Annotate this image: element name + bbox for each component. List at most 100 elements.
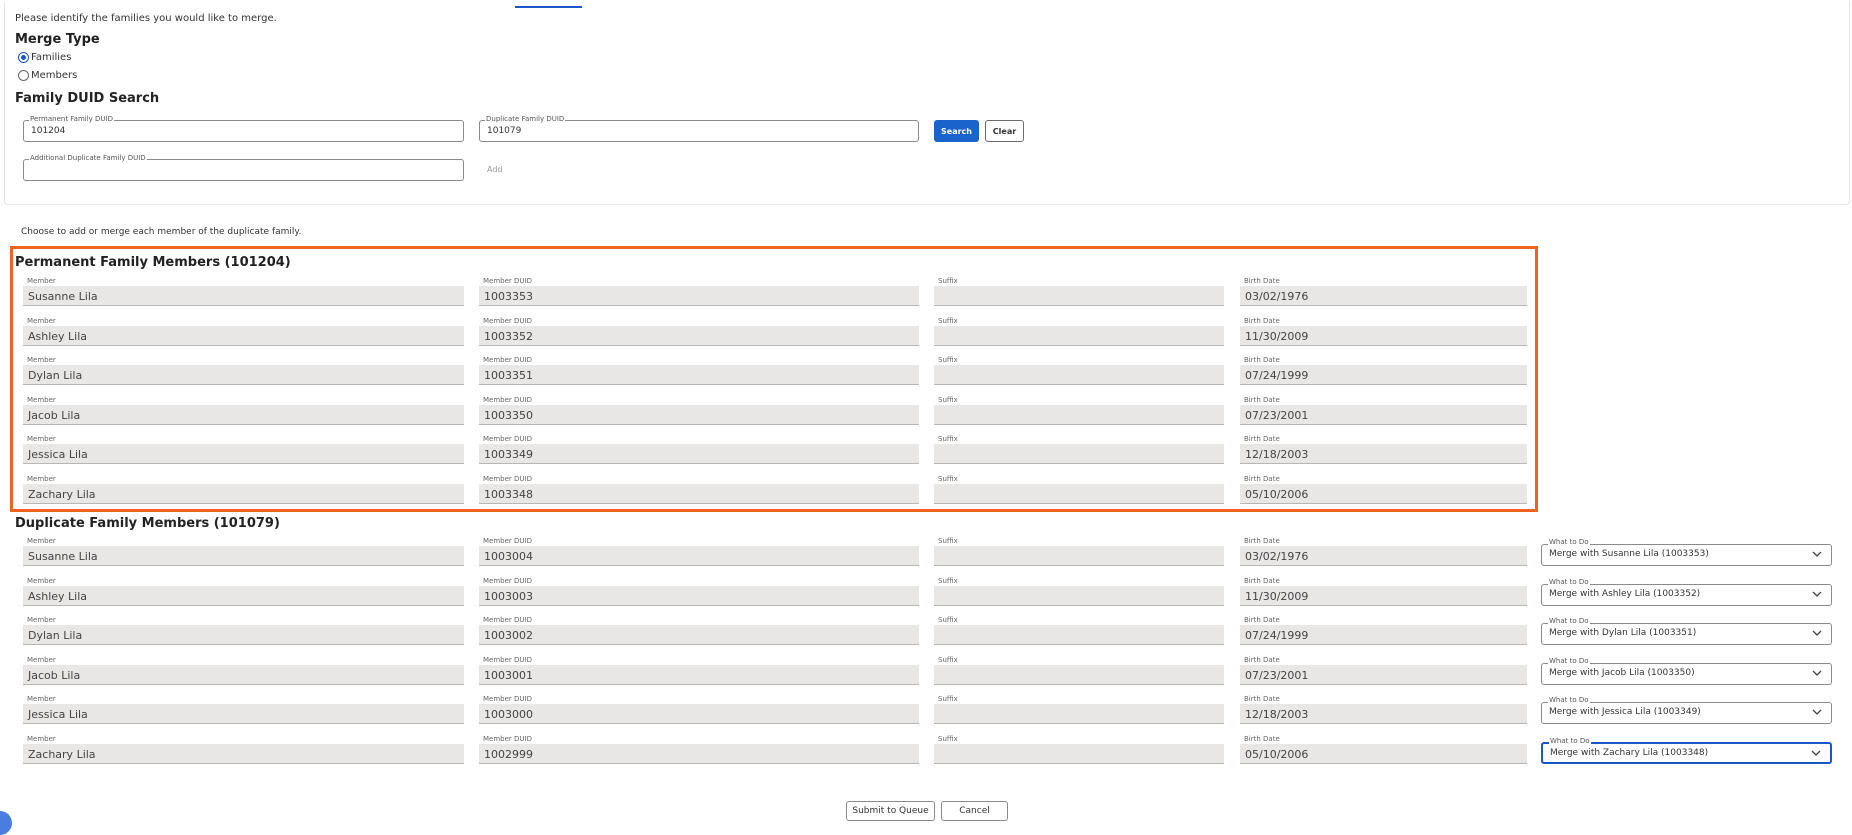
permanent-member-cell: Member Zachary Lila xyxy=(23,475,464,504)
permanent-duid-cell: Member DUID 1003348 xyxy=(479,475,919,504)
what-to-do-value: Merge with Dylan Lila (1003351) xyxy=(1549,628,1697,639)
what-to-do-select[interactable]: What to Do Merge with Dylan Lila (1003351… xyxy=(1541,617,1832,646)
permanent-member-cell-label: Member xyxy=(27,277,56,285)
permanent-birth-date-cell: Birth Date 05/10/2006 xyxy=(1240,475,1527,504)
permanent-birth-date-cell-label: Birth Date xyxy=(1244,277,1280,285)
duplicate-birth-date-cell-label: Birth Date xyxy=(1244,576,1280,585)
duplicate-birth-date-cell-label: Birth Date xyxy=(1244,695,1280,704)
permanent-birth-date-cell-label: Birth Date xyxy=(1244,475,1280,483)
permanent-suffix-cell-label: Suffix xyxy=(938,356,958,365)
additional-duplicate-duid-field[interactable]: Additional Duplicate Family DUID xyxy=(23,154,464,181)
what-to-do-label: What to Do xyxy=(1548,538,1590,547)
chevron-down-icon[interactable] xyxy=(1810,747,1822,759)
what-to-do-select[interactable]: What to Do Merge with Zachary Lila (10033… xyxy=(1541,737,1832,764)
what-to-do-select[interactable]: What to Do Merge with Ashley Lila (100335… xyxy=(1541,577,1832,606)
duplicate-member-cell: Member Dylan Lila xyxy=(23,616,464,646)
chevron-down-icon[interactable] xyxy=(1811,548,1823,560)
permanent-member-cell-label: Member xyxy=(27,435,56,444)
chevron-down-icon[interactable] xyxy=(1811,588,1823,600)
permanent-member-cell-value: Jacob Lila xyxy=(28,408,81,422)
permanent-birth-date-cell-value: 07/24/1999 xyxy=(1245,369,1309,383)
cancel-button[interactable]: Cancel xyxy=(941,801,1008,821)
duplicate-member-cell-value: Dylan Lila xyxy=(28,629,83,643)
duplicate-duid-cell-value: 1003004 xyxy=(484,550,533,563)
duplicate-duid-cell-label: Member DUID xyxy=(483,576,532,585)
radio-members-label: Members xyxy=(31,70,78,81)
permanent-suffix-cell-label: Suffix xyxy=(938,277,958,285)
radio-families-control[interactable] xyxy=(18,52,29,63)
duplicate-duid-cell-value: 1003002 xyxy=(484,629,533,643)
radio-members-control[interactable] xyxy=(18,70,29,81)
submit-to-queue-button[interactable]: Submit to Queue xyxy=(846,801,935,821)
duplicate-suffix-cell: Suffix xyxy=(934,695,1224,725)
duplicate-duid-cell-label: Member DUID xyxy=(483,735,532,743)
duplicate-suffix-cell-label: Suffix xyxy=(938,576,958,585)
chevron-down-icon[interactable] xyxy=(1811,667,1823,679)
duplicate-birth-date-cell: Birth Date 12/18/2003 xyxy=(1240,695,1527,725)
duplicate-birth-date-cell-value: 03/02/1976 xyxy=(1245,550,1309,563)
duplicate-family-duid-field[interactable]: Duplicate Family DUID 101079 xyxy=(479,115,919,142)
duplicate-suffix-cell: Suffix xyxy=(934,656,1224,685)
duplicate-suffix-cell: Suffix xyxy=(934,537,1224,566)
permanent-birth-date-cell: Birth Date 07/23/2001 xyxy=(1240,396,1527,425)
what-to-do-label: What to Do xyxy=(1548,617,1590,627)
permanent-suffix-cell: Suffix xyxy=(934,317,1224,346)
permanent-member-cell-label: Member xyxy=(27,316,56,325)
permanent-member-cell-value: Ashley Lila xyxy=(28,329,88,343)
duplicate-member-cell: Member Jacob Lila xyxy=(23,656,464,685)
clear-button[interactable]: Clear xyxy=(985,120,1024,142)
permanent-duid-cell: Member DUID 1003349 xyxy=(479,435,919,465)
permanent-duid-cell-value: 1003350 xyxy=(484,408,533,422)
duplicate-member-cell-value: Ashley Lila xyxy=(28,589,88,603)
duplicate-suffix-cell: Suffix xyxy=(934,577,1224,606)
duplicate-member-cell-label: Member xyxy=(27,655,56,664)
permanent-duid-cell-value: 1003353 xyxy=(484,290,533,303)
permanent-suffix-cell: Suffix xyxy=(934,277,1224,306)
permanent-family-duid-field[interactable]: Permanent Family DUID 101204 xyxy=(23,115,464,142)
duplicate-birth-date-cell: Birth Date 11/30/2009 xyxy=(1240,577,1527,606)
what-to-do-label: What to Do xyxy=(1548,696,1590,706)
chevron-down-icon[interactable] xyxy=(1811,627,1823,639)
what-to-do-select[interactable]: What to Do Merge with Susanne Lila (10033… xyxy=(1541,538,1832,566)
permanent-birth-date-cell-label: Birth Date xyxy=(1244,316,1280,325)
permanent-suffix-cell: Suffix xyxy=(934,356,1224,386)
duplicate-birth-date-cell: Birth Date 05/10/2006 xyxy=(1240,735,1527,764)
add-button[interactable]: Add xyxy=(487,165,503,174)
permanent-suffix-cell: Suffix xyxy=(934,475,1224,504)
duplicate-members-title: Duplicate Family Members (101079) xyxy=(15,516,280,531)
permanent-duid-cell-value: 1003352 xyxy=(484,329,533,343)
intro-text: Please identify the families you would l… xyxy=(15,13,277,24)
permanent-duid-cell-label: Member DUID xyxy=(483,475,532,483)
radio-families[interactable]: Families xyxy=(18,52,71,63)
permanent-birth-date-cell: Birth Date 12/18/2003 xyxy=(1240,435,1527,465)
help-bubble-icon[interactable] xyxy=(0,811,12,835)
duplicate-birth-date-cell-value: 07/24/1999 xyxy=(1245,629,1309,643)
duplicate-birth-date-cell-label: Birth Date xyxy=(1244,735,1280,743)
duplicate-duid-cell: Member DUID 1003002 xyxy=(479,616,919,646)
permanent-duid-cell: Member DUID 1003351 xyxy=(479,356,919,386)
merge-type-title: Merge Type xyxy=(15,32,100,47)
duplicate-member-cell: Member Zachary Lila xyxy=(23,735,464,764)
what-to-do-select[interactable]: What to Do Merge with Jacob Lila (1003350… xyxy=(1541,656,1832,685)
duplicate-duid-cell-label: Member DUID xyxy=(483,537,532,545)
what-to-do-value: Merge with Jacob Lila (1003350) xyxy=(1549,667,1695,678)
permanent-birth-date-cell-label: Birth Date xyxy=(1244,435,1280,444)
radio-members[interactable]: Members xyxy=(18,70,77,81)
duplicate-birth-date-cell-value: 12/18/2003 xyxy=(1245,708,1309,722)
permanent-member-cell: Member Susanne Lila xyxy=(23,277,464,306)
duplicate-suffix-cell-label: Suffix xyxy=(938,655,958,664)
chevron-down-icon[interactable] xyxy=(1811,706,1823,718)
duplicate-suffix-cell-label: Suffix xyxy=(938,695,958,704)
duplicate-duid-cell-label: Member DUID xyxy=(483,616,532,625)
permanent-member-cell-value: Dylan Lila xyxy=(28,369,83,383)
duplicate-suffix-cell-label: Suffix xyxy=(938,735,958,743)
search-button[interactable]: Search xyxy=(934,120,979,142)
permanent-suffix-cell-label: Suffix xyxy=(938,475,958,483)
duplicate-member-cell-label: Member xyxy=(27,735,56,743)
duplicate-duid-cell-label: Member DUID xyxy=(483,655,532,664)
duplicate-birth-date-cell: Birth Date 07/24/1999 xyxy=(1240,616,1527,646)
permanent-members-title: Permanent Family Members (101204) xyxy=(15,255,291,270)
duplicate-duid-cell-value: 1003001 xyxy=(484,668,533,682)
duplicate-member-cell-label: Member xyxy=(27,695,56,704)
what-to-do-select[interactable]: What to Do Merge with Jessica Lila (10033… xyxy=(1541,696,1832,725)
